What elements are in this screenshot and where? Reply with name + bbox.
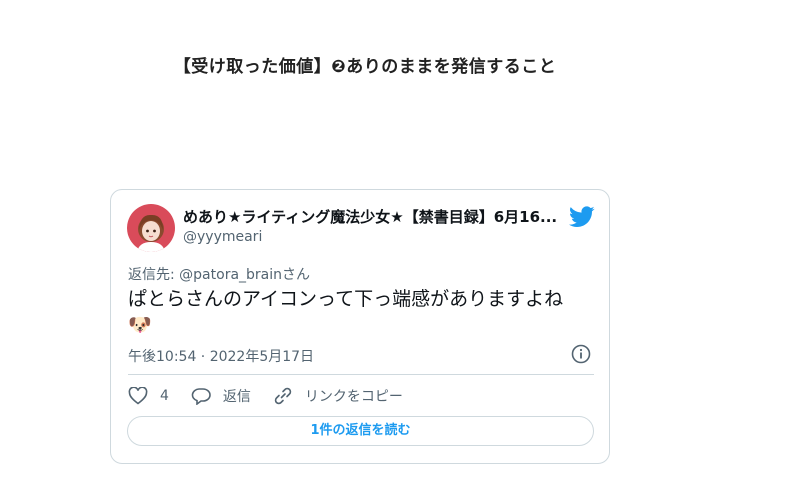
divider — [128, 374, 594, 375]
tweet-body: ぱとらさんのアイコンって下っ端感がありますよね — [128, 288, 564, 310]
link-icon — [274, 387, 292, 405]
read-replies-button[interactable]: 1件の返信を読む — [127, 416, 594, 446]
replying-prefix: 返信先: — [128, 267, 180, 283]
info-icon[interactable] — [571, 344, 591, 364]
copy-link-label: リンクをコピー — [304, 389, 403, 405]
copy-link-button[interactable]: リンクをコピー — [273, 386, 403, 406]
action-bar: 4 返信 リンクをコピー — [128, 386, 425, 406]
author-handle[interactable]: @yyymeari — [183, 229, 262, 245]
tweet-timestamp[interactable]: 午後10:54 · 2022年5月17日 — [128, 346, 314, 366]
dog-emoji-icon: 🐶 — [128, 314, 152, 336]
author-name[interactable]: めあり★ライティング魔法少女★【禁書目録】6月16... — [183, 206, 563, 227]
heart-icon — [128, 387, 148, 405]
twitter-bird-icon[interactable] — [569, 206, 595, 228]
reply-label: 返信 — [222, 389, 251, 405]
like-button[interactable]: 4 — [128, 387, 169, 405]
reply-button[interactable]: 返信 — [191, 386, 251, 406]
embedded-tweet-card[interactable]: めあり★ライティング魔法少女★【禁書目録】6月16... @yyymeari 返… — [110, 189, 610, 464]
tweet-text: ぱとらさんのアイコンって下っ端感がありますよね 🐶 — [128, 286, 598, 338]
like-count: 4 — [160, 388, 169, 404]
avatar[interactable] — [127, 204, 175, 252]
replying-to: 返信先: @patora_brainさん — [128, 264, 310, 284]
article-heading: 【受け取った価値】❷ありのままを発信すること — [173, 57, 557, 77]
reply-bubble-icon — [191, 388, 211, 405]
replying-to-link[interactable]: @patora_brainさん — [179, 267, 310, 283]
